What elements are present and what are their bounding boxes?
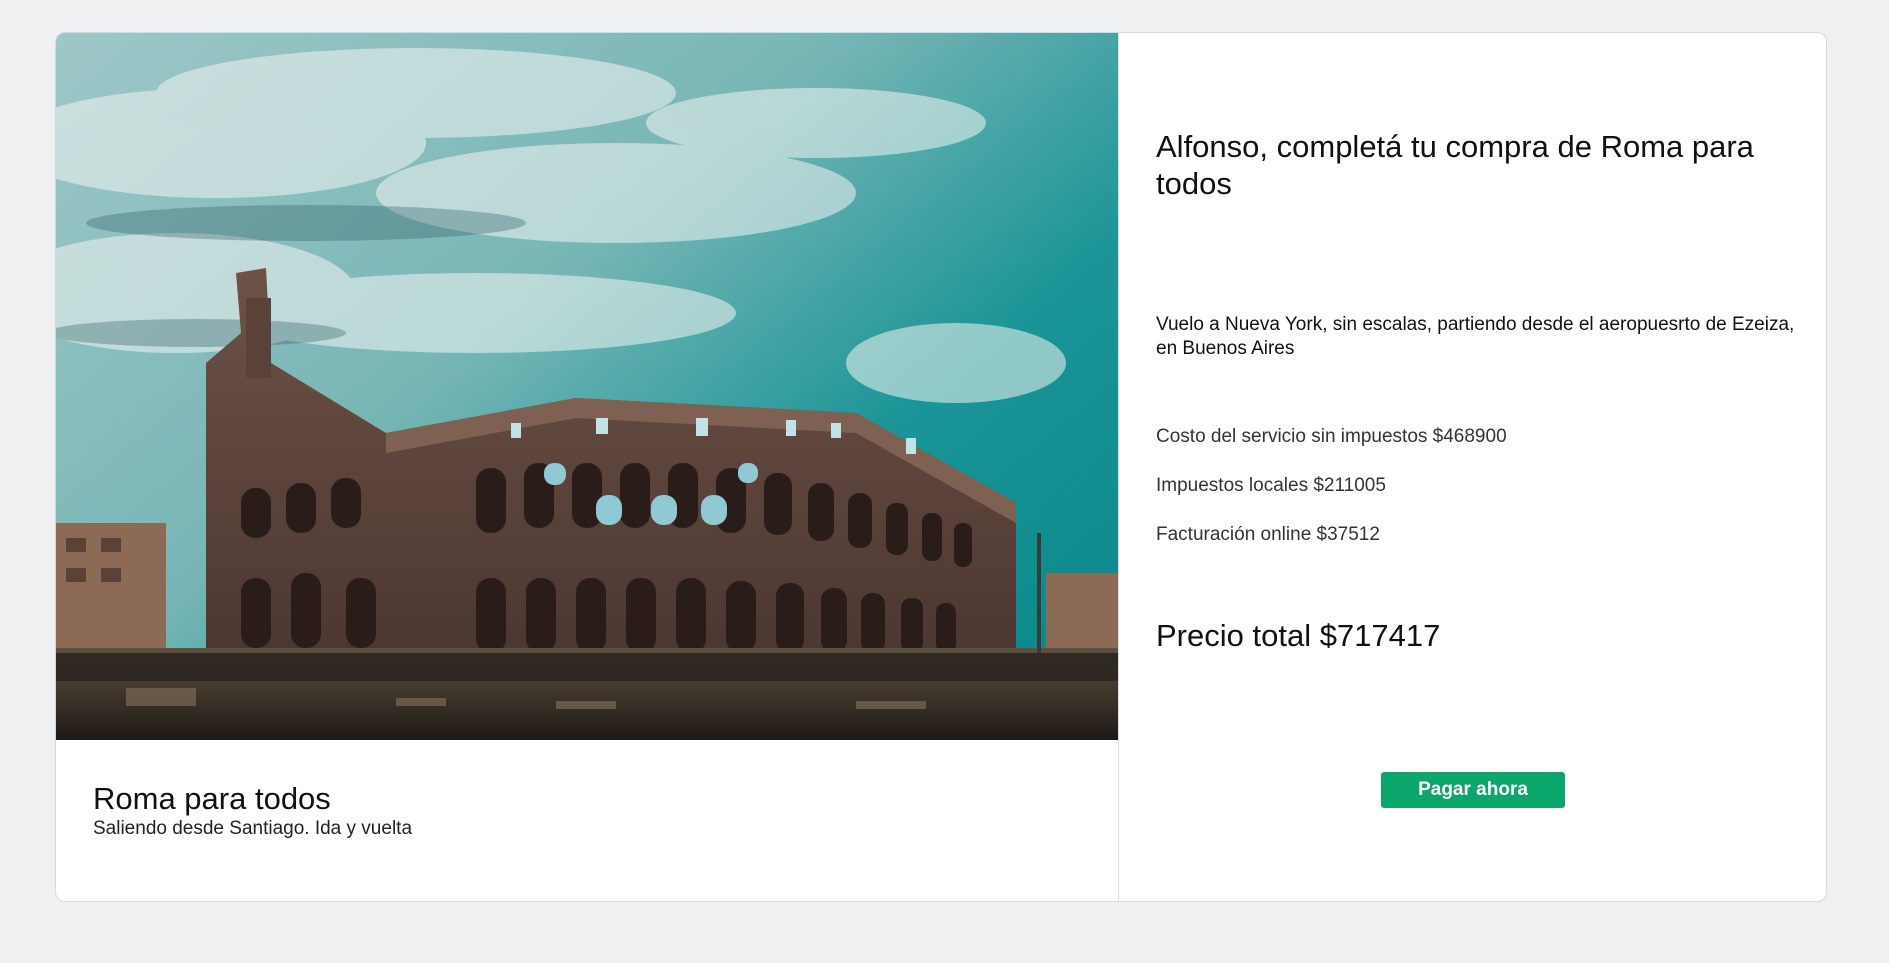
product-panel: Roma para todos Saliendo desde Santiago.…	[56, 33, 1119, 901]
total-price: Precio total $717417	[1156, 618, 1441, 653]
local-taxes: Impuestos locales $211005	[1156, 475, 1386, 496]
online-billing-fee: Facturación online $37512	[1156, 524, 1380, 545]
pay-now-button[interactable]: Pagar ahora	[1381, 772, 1565, 808]
colosseum-image	[56, 33, 1118, 740]
checkout-card: Roma para todos Saliendo desde Santiago.…	[55, 32, 1827, 902]
product-image	[56, 33, 1118, 740]
trip-info: Roma para todos Saliendo desde Santiago.…	[93, 782, 412, 841]
flight-description: Vuelo a Nueva York, sin escalas, partien…	[1156, 314, 1795, 359]
service-cost: Costo del servicio sin impuestos $468900	[1156, 426, 1507, 447]
trip-subtitle: Saliendo desde Santiago. Ida y vuelta	[93, 818, 413, 839]
purchase-headline: Alfonso, completá tu compra de Roma para…	[1156, 129, 1754, 201]
purchase-summary: Alfonso, completá tu compra de Roma para…	[1118, 33, 1826, 901]
trip-title: Roma para todos	[93, 781, 331, 816]
